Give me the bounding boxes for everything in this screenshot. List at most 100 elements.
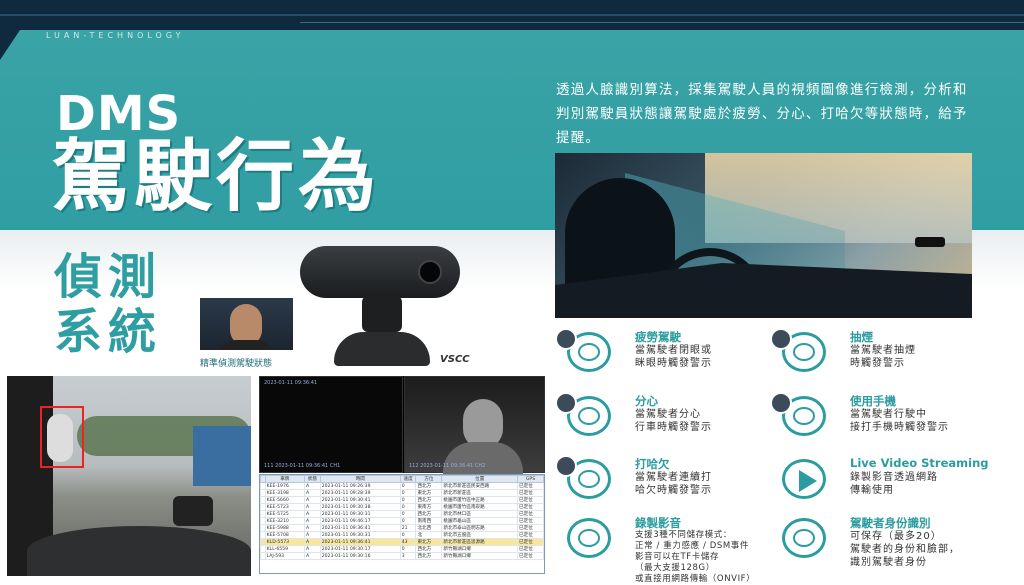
- table-cell: 0: [399, 503, 417, 511]
- table-row[interactable]: KLL-6559 A 2023-01-11 09:30:17 0 西北方 新竹縣湖口鄉 已定…: [260, 545, 544, 553]
- id-face-icon: [770, 514, 828, 560]
- table-row[interactable]: KEE-1976 A 2023-01-11 09:26:39 0 西北方 新北市新莊區民安…: [260, 482, 544, 490]
- table-cell: KEE-5708: [264, 531, 305, 539]
- smoking-face-icon: [770, 328, 828, 374]
- headline-subtitle: 偵測 系統: [54, 249, 163, 361]
- table-cell: A: [303, 538, 321, 546]
- table-cell: 西北方: [415, 482, 443, 490]
- table-cell: 西北方: [415, 496, 443, 504]
- feature-description: 當駕駛者閉眼或 眯眼時觸發警示: [635, 345, 712, 369]
- feature-title: 疲勞駕駛: [635, 330, 681, 344]
- table-cell: 2023-01-11 09:30:16: [319, 552, 401, 560]
- table-cell: 2023-01-11 09:26:39: [319, 482, 401, 490]
- table-cell: KEE-5988: [264, 524, 305, 532]
- feature-description: 可保存（最多20） 駕駛者的身份和臉部， 識別駕駛者身份: [850, 531, 960, 568]
- feature-title: 駕駛者身份識別: [850, 516, 931, 530]
- intro-text: 透過人臉識別算法，採集駕駛人員的視頻圖像進行檢測，分析和判別駕駛員狀態讓駕駛處於…: [556, 82, 968, 146]
- hero-image: [555, 153, 972, 318]
- table-cell: KLL-6559: [264, 545, 305, 553]
- subtitle-line-2: 系統: [54, 304, 163, 361]
- table-cell: 2023-01-11 09:30:41: [319, 496, 401, 504]
- truck-cabin-photo: [7, 376, 251, 576]
- feature-item: 抽煙 當駕駛者抽煙 時觸發警示: [770, 328, 985, 388]
- table-cell: 2023-01-11 09:36:41: [319, 524, 401, 532]
- table-cell: 已定位: [517, 538, 544, 546]
- feature-description: 支援3種不同儲存模式： 正常 / 重力感應 / DSM事件 影音可以在TF卡儲存…: [635, 530, 756, 584]
- brand-label: LUAN-TECHNOLOGY: [46, 31, 185, 40]
- col-header[interactable]: 速度: [399, 475, 417, 483]
- col-header[interactable]: 位置: [441, 475, 518, 483]
- table-row[interactable]: KEE-5660 A 2023-01-11 09:30:41 0 西北方 桃園市蘆竹區中正…: [260, 496, 544, 504]
- table-cell: KEE-5660: [264, 496, 305, 504]
- table-cell: 新北市新莊區: [441, 489, 518, 497]
- distracted-face-icon: [555, 392, 613, 438]
- table-cell: 已定位: [517, 524, 544, 532]
- table-row[interactable]: KEE-5725 A 2023-01-11 09:30:31 0 西北方 新北市林口區 已定…: [260, 510, 544, 518]
- feature-description: 當駕駛者抽煙 時觸發警示: [850, 345, 916, 369]
- table-cell: KEE-5723: [264, 503, 305, 511]
- table-cell: A: [303, 503, 321, 511]
- table-cell: 2023-01-11 09:36:41: [319, 538, 401, 546]
- drowsy-face-icon: [555, 328, 613, 374]
- table-cell: 0: [399, 496, 417, 504]
- table-cell: 已定位: [517, 545, 544, 553]
- table-row[interactable]: KEE-5708 A 2023-01-11 09:30:31 0 北新北市五股區 已定位: [260, 531, 544, 539]
- table-cell: 東北方: [415, 538, 443, 546]
- camera-feeds: 2023-01-11 09:36:41 111 2023-01-11 09:36…: [259, 376, 545, 474]
- table-cell: 已定位: [517, 489, 544, 497]
- face-caption: 精準偵測駕駛狀態: [200, 359, 273, 369]
- table-cell: 2023-01-11 09:28:39: [319, 489, 401, 497]
- truck-icon: [193, 426, 251, 486]
- feature-item: Live Video Streaming 錄製影音透過網路 傳輸使用: [770, 455, 989, 515]
- table-cell: KEE-5725: [264, 510, 305, 518]
- table-cell: A: [303, 524, 321, 532]
- table-cell: 0: [399, 482, 417, 490]
- table-cell: 桃園市蘆竹區南崁路: [441, 503, 518, 511]
- table-cell: 新竹縣湖口鄉: [441, 545, 518, 553]
- col-header[interactable]: 時間: [319, 475, 401, 483]
- table-cell: KLD-5573: [264, 538, 305, 546]
- table-cell: 東南方: [415, 503, 443, 511]
- col-header[interactable]: 車牌: [264, 475, 305, 483]
- table-cell: 北北西: [415, 524, 443, 532]
- table-cell: A: [303, 531, 321, 539]
- feed-channel-2: 112 2023-01-11 09:36:41 CH2: [404, 376, 545, 474]
- record-icon: [555, 514, 613, 560]
- table-cell: KEE-3210: [264, 517, 305, 525]
- feature-item: 疲勞駕駛 當駕駛者閉眼或 眯眼時觸發警示: [555, 328, 770, 388]
- table-row[interactable]: KEE-3210 A 2023-01-11 09:46:17 0 南南西 桃園市龜山區 已定…: [260, 517, 544, 525]
- table-cell: 新北市新莊區民安西路: [441, 482, 518, 490]
- table-cell: 西北方: [415, 545, 443, 553]
- table-row[interactable]: KEE-5723 A 2023-01-11 09:30:38 0 東南方 桃園市蘆竹區南崁…: [260, 503, 544, 511]
- table-cell: A: [303, 482, 321, 490]
- table-cell: 2023-01-11 09:30:17: [319, 545, 401, 553]
- feed-channel-1: 2023-01-11 09:36:41 111 2023-01-11 09:36…: [259, 376, 403, 473]
- table-cell: 已定位: [517, 496, 544, 504]
- driver-face-photo: [200, 298, 293, 350]
- table-cell: LAJ-593: [264, 552, 305, 560]
- col-header[interactable]: GPS: [517, 475, 544, 483]
- col-header[interactable]: 方位: [415, 475, 443, 483]
- table-cell: KEE-1976: [264, 482, 305, 490]
- feature-item: 使用手機 當駕駛者行駛中 接打手機時觸發警示: [770, 392, 985, 452]
- table-row[interactable]: KEE-5988 A 2023-01-11 09:36:41 21 北北西 新北市泰山區明…: [260, 524, 544, 532]
- camera-lens-icon: [418, 260, 442, 284]
- table-cell: A: [303, 496, 321, 504]
- table-cell: 已定位: [517, 482, 544, 490]
- col-header[interactable]: 狀態: [303, 475, 321, 483]
- feed-timestamp: 2023-01-11 09:36:41: [264, 380, 318, 386]
- table-cell: 已定位: [517, 552, 544, 560]
- table-cell: 南南西: [415, 517, 443, 525]
- table-cell: 已定位: [517, 531, 544, 539]
- table-row[interactable]: KEE-3198 A 2023-01-11 09:28:39 0 東北方 新北市新莊區 已定…: [260, 489, 544, 497]
- table-cell: 新竹縣湖口鄉: [441, 552, 518, 560]
- table-cell: 已定位: [517, 517, 544, 525]
- table-cell: 0: [399, 531, 417, 539]
- table-row[interactable]: KLD-5573 A 2023-01-11 09:36:41 43 東北方 新北市新莊區思…: [260, 538, 544, 546]
- table-cell: 西北方: [415, 510, 443, 518]
- table-cell: 2023-01-11 09:30:31: [319, 510, 401, 518]
- table-cell: 0: [399, 489, 417, 497]
- table-cell: A: [303, 510, 321, 518]
- table-row[interactable]: LAJ-593 A 2023-01-11 09:30:16 3 西北方 新竹縣湖口鄉 已定位: [260, 552, 544, 560]
- table-cell: A: [303, 517, 321, 525]
